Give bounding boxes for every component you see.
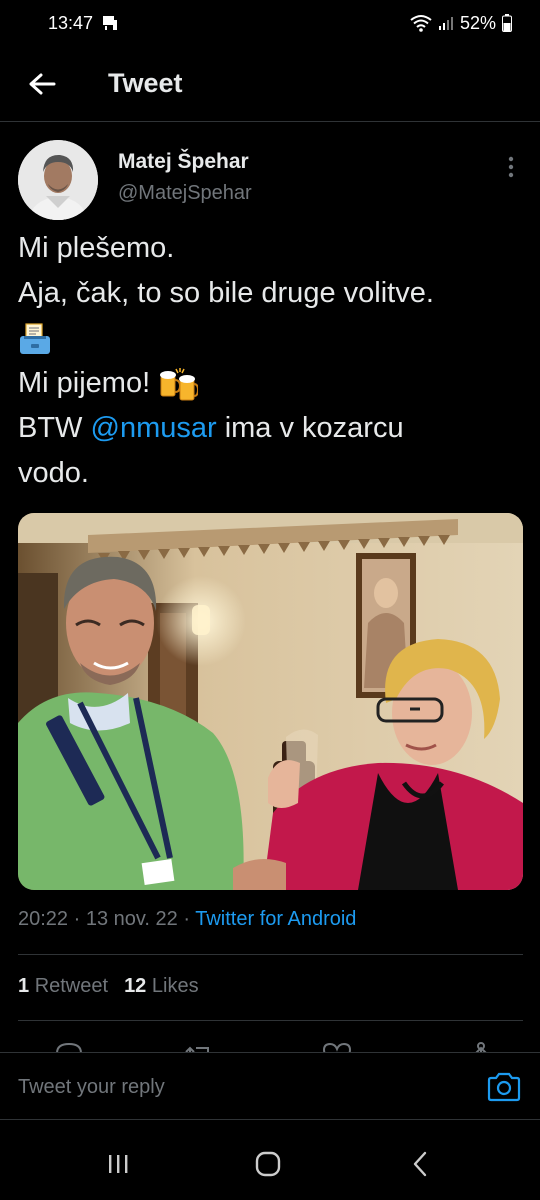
likes-count: 12: [124, 975, 147, 997]
arrow-left-icon: [29, 73, 56, 94]
home-button[interactable]: [248, 1144, 288, 1184]
avatar[interactable]: [18, 140, 98, 220]
separator-dot: ·: [73, 908, 81, 930]
status-bar: 13:47 52%: [0, 0, 540, 46]
tweet-author: Matej Špehar @MatejSpehar: [18, 140, 252, 220]
wifi-icon: [410, 14, 432, 32]
battery-icon: [502, 14, 512, 32]
likes-label: Likes: [151, 975, 199, 997]
more-options-button[interactable]: [496, 152, 526, 182]
tweet-timestamp: 20:22 · 13 nov. 22 · Twitter for Android: [18, 908, 356, 931]
tweet-time: 20:22: [18, 908, 69, 930]
mention-link[interactable]: @nmusar: [91, 412, 217, 444]
tweet-stats: 1 Retweet 12 Likes: [18, 975, 199, 998]
system-nav-bar: [0, 1120, 540, 1200]
likes-stat[interactable]: 12 Likes: [124, 975, 199, 998]
tweet-source-link[interactable]: Twitter for Android: [195, 908, 356, 930]
status-left: 13:47: [48, 13, 119, 34]
retweets-label: Retweet: [34, 975, 109, 997]
tweet-text-line: BTW @nmusar ima v kozarcu: [18, 406, 523, 451]
tweet-text-segment: ima v kozarcu: [216, 412, 404, 444]
display-name[interactable]: Matej Špehar: [118, 150, 252, 174]
more-vertical-icon: [508, 156, 514, 178]
page-title: Tweet: [108, 68, 183, 98]
home-icon: [255, 1151, 281, 1177]
ballot-box-emoji: [20, 323, 50, 355]
retweets-count: 1: [18, 975, 30, 997]
divider: [18, 954, 523, 955]
divider: [18, 1020, 523, 1021]
recent-apps-button[interactable]: [98, 1144, 138, 1184]
camera-icon: [487, 1072, 521, 1102]
status-time: 13:47: [48, 12, 94, 33]
back-icon: [413, 1151, 427, 1177]
reply-input[interactable]: [18, 1069, 458, 1105]
tweet-text-line: Aja, čak, to so bile druge volitve.: [18, 277, 434, 309]
battery-percent: 52%: [459, 12, 496, 33]
tweet-text-segment: BTW: [18, 412, 91, 444]
retweets-stat[interactable]: 1 Retweet: [18, 975, 108, 998]
user-handle[interactable]: @MatejSpehar: [118, 182, 252, 205]
signal-icon: [438, 15, 454, 31]
tweet-text-line: Mi plešemo.: [18, 232, 175, 264]
system-back-button[interactable]: [400, 1144, 440, 1184]
clinking-beer-mugs-emoji: [160, 368, 199, 401]
status-right: 52%: [410, 13, 512, 34]
author-names: Matej Špehar @MatejSpehar: [118, 150, 252, 220]
tweet-photo[interactable]: [18, 513, 523, 890]
tweet-text-line: [18, 316, 523, 361]
recent-apps-icon: [109, 1155, 128, 1173]
back-button[interactable]: [12, 54, 72, 114]
separator-dot: ·: [183, 908, 191, 930]
tweet-text-line: Mi pijemo!: [18, 361, 523, 406]
camera-button[interactable]: [486, 1071, 522, 1103]
reply-bar: [0, 1052, 540, 1120]
tweet-text-segment: Mi pijemo!: [18, 367, 159, 399]
tweet-text: Mi plešemo. Aja, čak, to so bile druge v…: [18, 226, 523, 496]
top-app-bar: Tweet: [0, 46, 540, 122]
media-icon: [101, 14, 119, 32]
tweet-date: 13 nov. 22: [85, 908, 178, 930]
tweet-text-line: vodo.: [18, 457, 89, 489]
